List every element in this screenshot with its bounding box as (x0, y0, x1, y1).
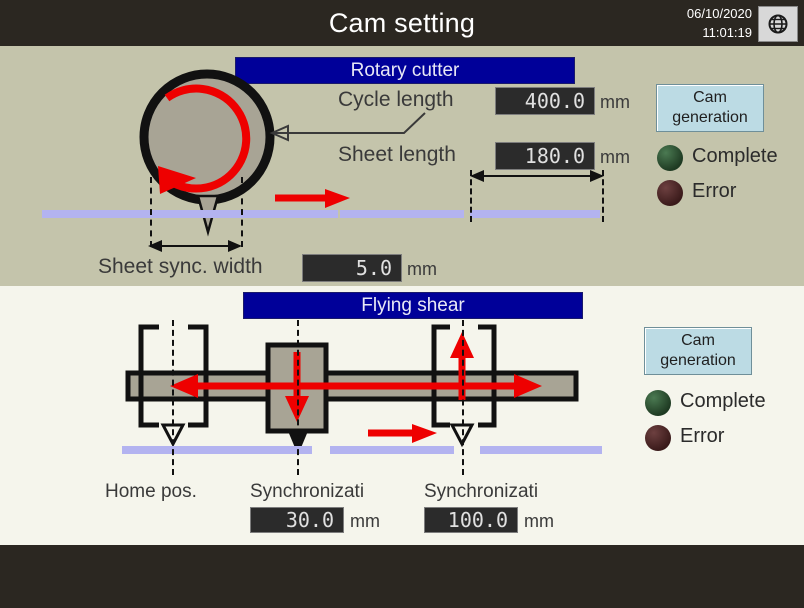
material-strip-rotary-3 (470, 210, 600, 218)
error-label-rotary: Error (692, 180, 737, 202)
error-label-shear: Error (680, 425, 725, 447)
cam-generation-button-rotary[interactable]: Cam generation (656, 84, 764, 132)
material-strip-shear-2 (330, 446, 454, 454)
material-strip-rotary-1 (42, 210, 338, 218)
guide-line-home-pos (172, 320, 174, 475)
complete-lamp-rotary (657, 145, 683, 171)
cycle-length-label: Cycle length (338, 88, 454, 111)
cycle-length-value[interactable]: 400.0 (495, 87, 595, 115)
flying-shear-title: Flying shear (243, 292, 583, 319)
clock-time: 11:01:19 (702, 25, 752, 40)
sheet-length-value[interactable]: 180.0 (495, 142, 595, 170)
error-lamp-rotary (657, 180, 683, 206)
flying-shear-section (0, 286, 804, 545)
cam-generation-label-shear: Cam generation (660, 332, 736, 369)
guide-line-sync-left (150, 177, 152, 247)
sync1-value[interactable]: 30.0 (250, 507, 344, 533)
complete-label-rotary: Complete (692, 145, 778, 167)
sheet-length-unit: mm (600, 147, 630, 167)
sync1-unit: mm (350, 511, 380, 531)
cycle-length-unit: mm (600, 92, 630, 112)
sheet-sync-width-label: Sheet sync. width (98, 255, 263, 278)
sync1-label: Synchronizati (250, 481, 365, 502)
sheet-sync-width-value[interactable]: 5.0 (302, 254, 402, 282)
rotary-cutter-title: Rotary cutter (235, 57, 575, 84)
clock: 06/10/2020 11:01:19 (656, 4, 752, 42)
hmi-screen: Cam setting 06/10/2020 11:01:19 Rotary c… (0, 0, 804, 608)
home-pos-label: Home pos. (105, 481, 197, 502)
complete-label-shear: Complete (680, 390, 766, 412)
cam-generation-label-rotary: Cam generation (672, 89, 748, 126)
sync2-value[interactable]: 100.0 (424, 507, 518, 533)
sync2-label: Synchronizati (424, 481, 539, 502)
sheet-length-label: Sheet length (338, 143, 456, 166)
header-bar: Cam setting 06/10/2020 11:01:19 (0, 0, 804, 46)
complete-lamp-shear (645, 390, 671, 416)
sync2-unit: mm (524, 511, 554, 531)
guide-line-sync-right (241, 177, 243, 247)
guide-line-sheet-left (470, 170, 472, 222)
guide-line-sheet-right (602, 170, 604, 222)
guide-line-sync-1 (297, 320, 299, 475)
globe-icon (768, 14, 788, 34)
footer-toolbar: Production screen Cam setting (0, 545, 804, 608)
material-strip-shear-1 (122, 446, 312, 454)
material-strip-shear-3 (480, 446, 602, 454)
cam-generation-button-shear[interactable]: Cam generation (644, 327, 752, 375)
material-strip-rotary-2 (340, 210, 464, 218)
clock-date: 06/10/2020 (686, 6, 752, 21)
guide-line-sync-2 (462, 320, 464, 475)
sheet-sync-width-unit: mm (407, 259, 437, 279)
error-lamp-shear (645, 425, 671, 451)
language-globe-button[interactable] (758, 6, 798, 42)
